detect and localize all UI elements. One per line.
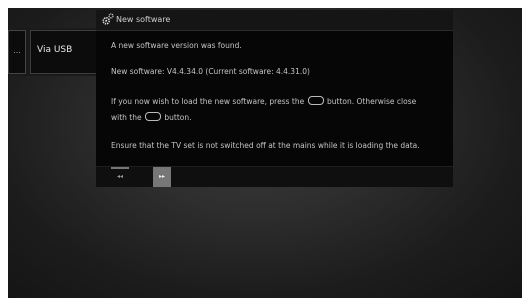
instruction-text-d: button.: [164, 113, 192, 122]
found-message: A new software version was found.: [111, 41, 242, 50]
version-info: New software: V4.4.34.0 (Current softwar…: [111, 67, 310, 76]
instruction-line-1: If you now wish to load the new software…: [111, 95, 416, 108]
dialog-footer: ◂◂ ▸▸: [96, 166, 453, 187]
dialog-title: New software: [116, 15, 171, 24]
menu-item-label: Via USB: [37, 45, 73, 55]
forward-key-icon: [307, 96, 324, 105]
forward-button[interactable]: ▸▸: [153, 167, 171, 187]
gear-icon: [102, 13, 114, 25]
tv-screen: ... Via USB New software A new software …: [8, 8, 522, 298]
back-button[interactable]: ◂◂: [111, 167, 129, 187]
instruction-line-2: with the button.: [111, 111, 192, 124]
back-key-icon: [145, 112, 161, 121]
instruction-text-c: with the: [111, 113, 142, 122]
rewind-icon: ◂◂: [116, 173, 124, 180]
instruction-text-b: button. Otherwise close: [327, 97, 417, 106]
fast-forward-icon: ▸▸: [158, 173, 166, 180]
power-warning: Ensure that the TV set is not switched o…: [111, 141, 420, 150]
instruction-text-a: If you now wish to load the new software…: [111, 97, 305, 106]
software-update-dialog: New software A new software version was …: [96, 10, 453, 187]
dialog-header: New software: [96, 10, 453, 31]
menu-item-via-usb[interactable]: Via USB: [30, 30, 98, 74]
menu-item-collapsed[interactable]: ...: [8, 30, 26, 74]
